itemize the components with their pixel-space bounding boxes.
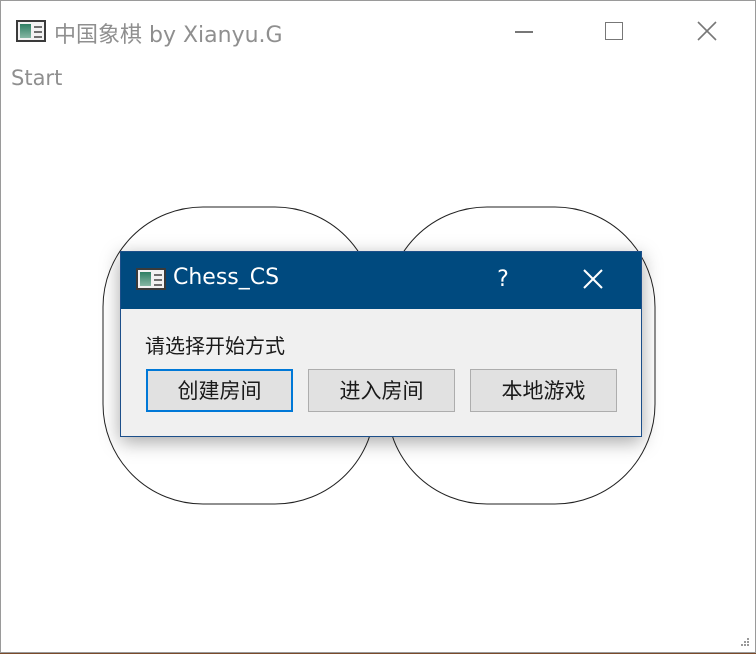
app-window-icon bbox=[136, 268, 166, 290]
local-game-button[interactable]: 本地游戏 bbox=[470, 369, 617, 412]
help-button[interactable]: ? bbox=[481, 262, 525, 298]
dialog-titlebar[interactable]: Chess_CS ? bbox=[121, 252, 641, 309]
create-room-button[interactable]: 创建房间 bbox=[146, 369, 293, 412]
join-room-button[interactable]: 进入房间 bbox=[308, 369, 455, 412]
dialog-title: Chess_CS bbox=[173, 265, 280, 290]
dialog-close-button[interactable] bbox=[571, 262, 615, 298]
dialog-prompt: 请选择开始方式 bbox=[145, 334, 285, 358]
close-icon bbox=[583, 269, 603, 289]
resize-grip-icon[interactable] bbox=[741, 638, 751, 648]
start-mode-dialog: Chess_CS ? 请选择开始方式 创建房间 进入房间 本地游戏 bbox=[120, 251, 642, 437]
